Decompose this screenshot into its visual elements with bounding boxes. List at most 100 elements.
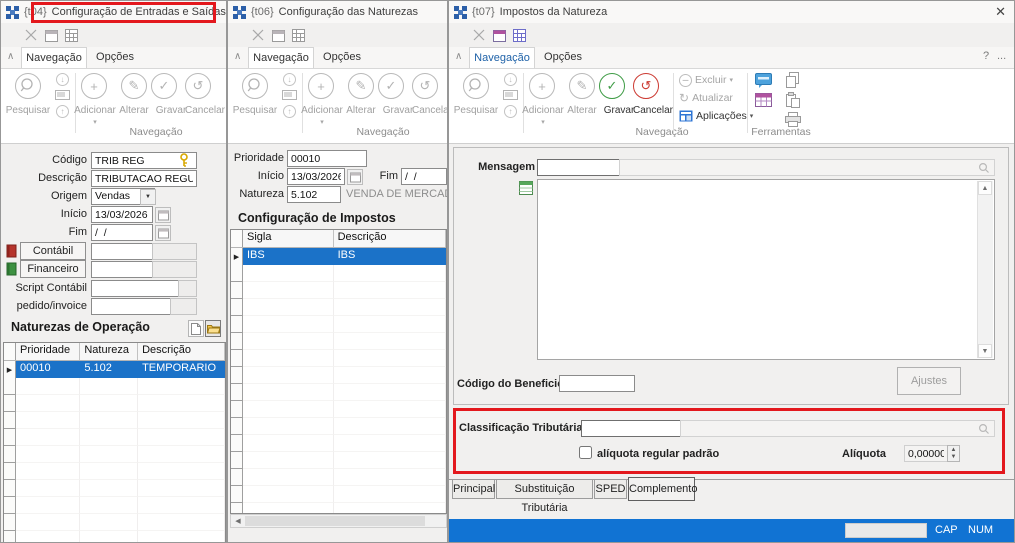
- save-icon[interactable]: ✓: [151, 73, 177, 99]
- table-row[interactable]: [231, 367, 446, 384]
- scroll-left-icon[interactable]: ◀: [231, 515, 245, 527]
- calculator-icon[interactable]: [291, 28, 305, 42]
- table-row[interactable]: [231, 316, 446, 333]
- search-icon[interactable]: [242, 73, 268, 99]
- table-row[interactable]: [231, 418, 446, 435]
- tab-principal[interactable]: Principal: [452, 479, 495, 499]
- table-row[interactable]: [231, 401, 446, 418]
- ribbon-collapse-icon[interactable]: ∧: [7, 51, 14, 62]
- alterar-button[interactable]: Alterar: [341, 105, 381, 116]
- record-view-icon[interactable]: [503, 89, 518, 101]
- add-icon[interactable]: +: [81, 73, 107, 99]
- contabil-button[interactable]: Contábil: [20, 242, 86, 260]
- record-view-icon[interactable]: [55, 89, 70, 101]
- pesquisar-button[interactable]: Pesquisar: [449, 105, 503, 116]
- nav-down-icon[interactable]: ↓: [283, 73, 296, 86]
- inicio-date-input[interactable]: [91, 206, 153, 223]
- scroll-up-icon[interactable]: ▲: [978, 181, 992, 195]
- nav-up-icon[interactable]: ↑: [56, 105, 69, 118]
- inicio-calendar-icon[interactable]: [347, 169, 363, 185]
- aliquota-spinner[interactable]: ▲▼: [947, 445, 960, 462]
- financeiro-button[interactable]: Financeiro: [20, 260, 86, 278]
- tab-opcoes[interactable]: Opções: [316, 47, 368, 68]
- table-row[interactable]: [4, 497, 225, 514]
- descricao-input[interactable]: [91, 170, 197, 187]
- open-folder-icon[interactable]: [205, 320, 221, 337]
- table-row[interactable]: [231, 384, 446, 401]
- table-row[interactable]: [4, 480, 225, 497]
- aliquota-input[interactable]: [904, 445, 948, 462]
- tab-navegacao[interactable]: Navegação: [248, 47, 314, 68]
- notes-table-icon[interactable]: [519, 181, 533, 195]
- tab-substituicao-tributaria[interactable]: Substituição Tributária: [496, 479, 593, 499]
- adicionar-button[interactable]: Adicionar: [519, 105, 567, 116]
- adicionar-dropdown-icon[interactable]: ▾: [87, 116, 103, 127]
- tab-navegacao[interactable]: Navegação: [21, 47, 87, 68]
- scrollbar-thumb[interactable]: [245, 516, 425, 526]
- table-row[interactable]: [231, 333, 446, 350]
- col-descricao[interactable]: Descrição: [138, 343, 225, 360]
- table-row[interactable]: [4, 514, 225, 531]
- cancel-icon[interactable]: ↺: [412, 73, 438, 99]
- table-row[interactable]: [231, 435, 446, 452]
- mensagem-textarea[interactable]: ▲ ▼: [537, 179, 995, 360]
- cancelar-button[interactable]: Cancelar: [182, 105, 227, 116]
- add-icon[interactable]: +: [308, 73, 334, 99]
- table-row-selected[interactable]: ▶ IBS IBS: [231, 248, 446, 265]
- nav-down-icon[interactable]: ↓: [504, 73, 517, 86]
- collapse-window-icon[interactable]: [24, 28, 38, 42]
- pedido-invoice-input[interactable]: [91, 298, 171, 315]
- table-row[interactable]: [4, 412, 225, 429]
- new-document-icon[interactable]: [188, 320, 204, 337]
- origem-dropdown-icon[interactable]: ▼: [140, 189, 156, 205]
- table-settings-icon[interactable]: [755, 93, 772, 107]
- table-row[interactable]: [4, 463, 225, 480]
- titlebar[interactable]: {t07} Impostos da Natureza ✕: [449, 1, 1014, 23]
- ribbon-collapse-icon[interactable]: ∧: [234, 51, 241, 62]
- alterar-button[interactable]: Alterar: [114, 105, 154, 116]
- aliquota-regular-padrao-checkbox[interactable]: [579, 446, 592, 459]
- calculator-icon[interactable]: [512, 28, 526, 42]
- table-row[interactable]: [231, 469, 446, 486]
- edit-icon[interactable]: ✎: [348, 73, 374, 99]
- tab-opcoes[interactable]: Opções: [537, 47, 589, 68]
- table-row[interactable]: [4, 531, 225, 543]
- calendar-icon[interactable]: [271, 28, 285, 42]
- pesquisar-button[interactable]: Pesquisar: [1, 105, 55, 116]
- search-icon[interactable]: [463, 73, 489, 99]
- adicionar-button[interactable]: Adicionar: [71, 105, 119, 116]
- paste-icon[interactable]: [785, 92, 800, 108]
- nav-up-icon[interactable]: ↑: [504, 105, 517, 118]
- tab-sped[interactable]: SPED: [594, 479, 627, 499]
- add-icon[interactable]: +: [529, 73, 555, 99]
- search-icon[interactable]: [15, 73, 41, 99]
- scroll-down-icon[interactable]: ▼: [978, 344, 992, 358]
- table-row[interactable]: [4, 429, 225, 446]
- atualizar-button[interactable]: ↻ Atualizar: [679, 90, 733, 106]
- titlebar[interactable]: {t06} Configuração das Naturezas: [228, 1, 447, 23]
- ribbon-collapse-icon[interactable]: ∧: [455, 51, 462, 62]
- vertical-scrollbar[interactable]: ▲ ▼: [977, 181, 993, 358]
- table-row[interactable]: [4, 395, 225, 412]
- tab-opcoes[interactable]: Opções: [89, 47, 141, 68]
- mensagem-lookup-field[interactable]: [619, 159, 995, 176]
- table-row[interactable]: [231, 265, 446, 282]
- impostos-grid[interactable]: Sigla Descrição ▶ IBS IBS: [230, 229, 447, 514]
- close-icon[interactable]: ✕: [995, 4, 1006, 20]
- tab-navegacao[interactable]: Navegação: [469, 47, 535, 68]
- nav-up-icon[interactable]: ↑: [283, 105, 296, 118]
- save-icon[interactable]: ✓: [599, 73, 625, 99]
- excluir-button[interactable]: – Excluir▾: [679, 72, 733, 88]
- script-contabil-input[interactable]: [91, 280, 179, 297]
- statusbar-input[interactable]: [845, 523, 927, 538]
- calendar-icon[interactable]: [492, 28, 506, 42]
- adicionar-button[interactable]: Adicionar: [298, 105, 346, 116]
- record-view-icon[interactable]: [282, 89, 297, 101]
- fim-calendar-icon[interactable]: [155, 225, 171, 241]
- more-options-button[interactable]: ...: [997, 50, 1006, 62]
- lookup-search-icon[interactable]: [978, 162, 990, 174]
- prioridade-input[interactable]: [287, 150, 367, 167]
- table-row[interactable]: [231, 503, 446, 514]
- lookup-search-icon[interactable]: [978, 423, 990, 435]
- cancel-icon[interactable]: ↺: [633, 73, 659, 99]
